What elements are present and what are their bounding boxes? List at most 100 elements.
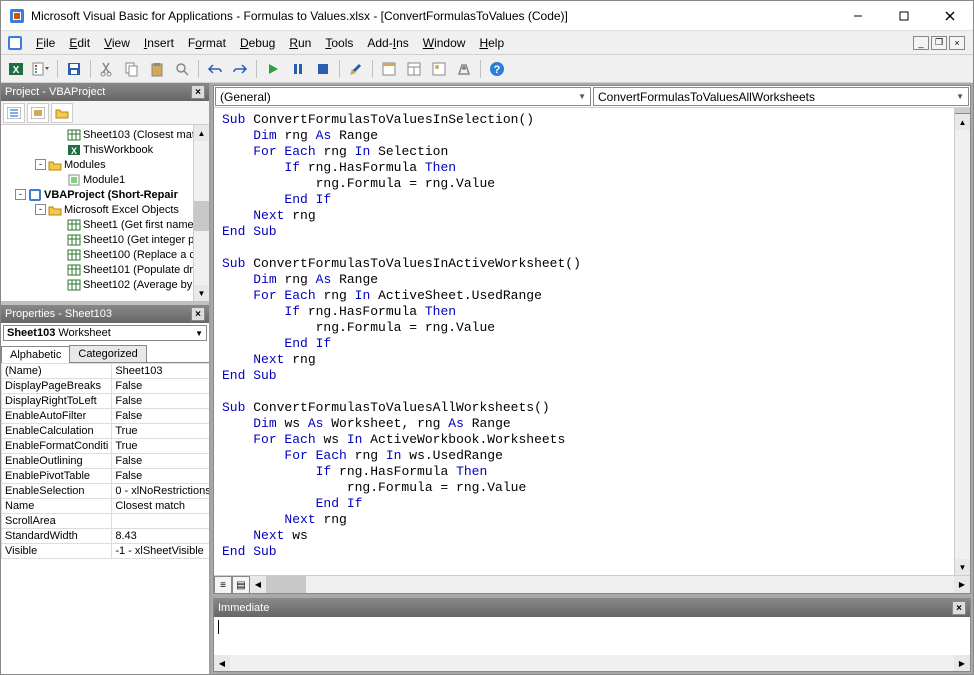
menu-file[interactable]: File xyxy=(29,34,62,52)
scroll-left-icon[interactable]: ◀ xyxy=(250,576,266,593)
property-row[interactable]: EnableOutliningFalse xyxy=(2,454,210,469)
project-panel-close-icon[interactable]: × xyxy=(191,85,205,99)
scroll-down-icon[interactable]: ▼ xyxy=(194,285,209,301)
cut-icon[interactable] xyxy=(96,58,118,80)
property-row[interactable]: DisplayRightToLeftFalse xyxy=(2,394,210,409)
immediate-input[interactable] xyxy=(214,617,970,655)
design-mode-icon[interactable] xyxy=(345,58,367,80)
mdi-minimize-icon[interactable]: _ xyxy=(913,36,929,50)
code-vertical-scrollbar[interactable]: ▲ ▼ xyxy=(954,108,970,575)
break-icon[interactable] xyxy=(287,58,309,80)
property-row[interactable]: (Name)Sheet103 xyxy=(2,364,210,379)
project-tree[interactable]: Sheet103 (Closest matXThisWorkbook-Modul… xyxy=(1,125,209,301)
property-value[interactable]: Sheet103 xyxy=(112,364,209,379)
properties-window-icon[interactable] xyxy=(403,58,425,80)
tree-node[interactable]: XThisWorkbook xyxy=(3,142,207,157)
mdi-close-icon[interactable]: × xyxy=(949,36,965,50)
menu-format[interactable]: Format xyxy=(181,34,233,52)
expand-collapse-icon[interactable]: - xyxy=(15,189,26,200)
property-value[interactable]: True xyxy=(112,424,209,439)
property-row[interactable]: NameClosest match xyxy=(2,499,210,514)
menu-addins[interactable]: Add-Ins xyxy=(360,34,415,52)
paste-icon[interactable] xyxy=(146,58,168,80)
tree-node[interactable]: Sheet10 (Get integer p xyxy=(3,232,207,247)
find-icon[interactable] xyxy=(171,58,193,80)
code-horizontal-scrollbar[interactable]: ◀ ▶ xyxy=(250,576,970,593)
menu-window[interactable]: Window xyxy=(416,34,473,52)
object-browser-icon[interactable] xyxy=(428,58,450,80)
menu-help[interactable]: Help xyxy=(472,34,511,52)
property-value[interactable]: False xyxy=(112,469,209,484)
property-row[interactable]: EnableSelection0 - xlNoRestrictions xyxy=(2,484,210,499)
undo-icon[interactable] xyxy=(204,58,226,80)
project-explorer-icon[interactable] xyxy=(378,58,400,80)
property-row[interactable]: EnableFormatConditiTrue xyxy=(2,439,210,454)
copy-icon[interactable] xyxy=(121,58,143,80)
scroll-down-icon[interactable]: ▼ xyxy=(955,559,970,575)
redo-icon[interactable] xyxy=(229,58,251,80)
save-icon[interactable] xyxy=(63,58,85,80)
property-value[interactable]: True xyxy=(112,439,209,454)
run-icon[interactable] xyxy=(262,58,284,80)
immediate-close-icon[interactable]: × xyxy=(952,601,966,615)
code-editor[interactable]: Sub ConvertFormulasToValuesInSelection()… xyxy=(214,108,954,575)
tree-node[interactable]: Sheet100 (Replace a c xyxy=(3,247,207,262)
procedure-view-icon[interactable]: ≡ xyxy=(214,576,232,594)
property-row[interactable]: EnablePivotTableFalse xyxy=(2,469,210,484)
menu-tools[interactable]: Tools xyxy=(318,34,360,52)
view-code-icon[interactable] xyxy=(3,103,25,123)
scroll-up-icon[interactable]: ▲ xyxy=(194,125,209,141)
mdi-restore-icon[interactable]: ❐ xyxy=(931,36,947,50)
scroll-left-icon[interactable]: ◀ xyxy=(214,655,230,671)
view-excel-icon[interactable]: X xyxy=(5,58,27,80)
menu-debug[interactable]: Debug xyxy=(233,34,282,52)
property-row[interactable]: EnableAutoFilterFalse xyxy=(2,409,210,424)
menu-view[interactable]: View xyxy=(97,34,137,52)
property-value[interactable]: False xyxy=(112,379,209,394)
maximize-button[interactable] xyxy=(881,1,927,31)
object-dropdown[interactable]: (General) ▼ xyxy=(215,87,591,106)
scroll-thumb[interactable] xyxy=(194,201,209,231)
properties-panel-close-icon[interactable]: × xyxy=(191,307,205,321)
tab-categorized[interactable]: Categorized xyxy=(69,345,146,362)
property-value[interactable]: 8.43 xyxy=(112,529,209,544)
close-button[interactable] xyxy=(927,1,973,31)
properties-object-selector[interactable]: Sheet103 Worksheet ▼ xyxy=(3,325,207,341)
properties-grid[interactable]: (Name)Sheet103DisplayPageBreaksFalseDisp… xyxy=(1,363,209,674)
property-value[interactable] xyxy=(112,514,209,529)
project-tree-scrollbar[interactable]: ▲ ▼ xyxy=(193,125,209,301)
toggle-folders-icon[interactable] xyxy=(51,103,73,123)
tree-node[interactable]: Sheet101 (Populate dr xyxy=(3,262,207,277)
menu-edit[interactable]: Edit xyxy=(62,34,97,52)
menu-run[interactable]: Run xyxy=(282,34,318,52)
scroll-right-icon[interactable]: ▶ xyxy=(954,655,970,671)
property-value[interactable]: 0 - xlNoRestrictions xyxy=(112,484,209,499)
minimize-button[interactable] xyxy=(835,1,881,31)
property-row[interactable]: Visible-1 - xlSheetVisible xyxy=(2,544,210,559)
property-value[interactable]: False xyxy=(112,394,209,409)
property-value[interactable]: Closest match xyxy=(112,499,209,514)
tree-node[interactable]: Sheet1 (Get first name xyxy=(3,217,207,232)
insert-module-dropdown-icon[interactable] xyxy=(30,58,52,80)
property-row[interactable]: StandardWidth8.43 xyxy=(2,529,210,544)
tab-alphabetic[interactable]: Alphabetic xyxy=(1,346,70,363)
procedure-dropdown[interactable]: ConvertFormulasToValuesAllWorksheets ▼ xyxy=(593,87,969,106)
scroll-right-icon[interactable]: ▶ xyxy=(954,576,970,593)
tree-node[interactable]: Sheet103 (Closest mat xyxy=(3,127,207,142)
view-object-icon[interactable] xyxy=(27,103,49,123)
expand-collapse-icon[interactable]: - xyxy=(35,204,46,215)
tree-node[interactable]: -Modules xyxy=(3,157,207,172)
property-row[interactable]: EnableCalculationTrue xyxy=(2,424,210,439)
reset-icon[interactable] xyxy=(312,58,334,80)
tree-node[interactable]: -VBAProject (Short-Repair xyxy=(3,187,207,202)
tree-node[interactable]: Module1 xyxy=(3,172,207,187)
tree-node[interactable]: Sheet102 (Average by xyxy=(3,277,207,292)
menu-insert[interactable]: Insert xyxy=(137,34,181,52)
property-row[interactable]: ScrollArea xyxy=(2,514,210,529)
expand-collapse-icon[interactable]: - xyxy=(35,159,46,170)
scroll-thumb[interactable] xyxy=(266,576,306,593)
property-value[interactable]: False xyxy=(112,409,209,424)
scroll-up-icon[interactable]: ▲ xyxy=(955,114,970,130)
tree-node[interactable]: -Microsoft Excel Objects xyxy=(3,202,207,217)
full-module-view-icon[interactable]: ▤ xyxy=(232,576,250,594)
